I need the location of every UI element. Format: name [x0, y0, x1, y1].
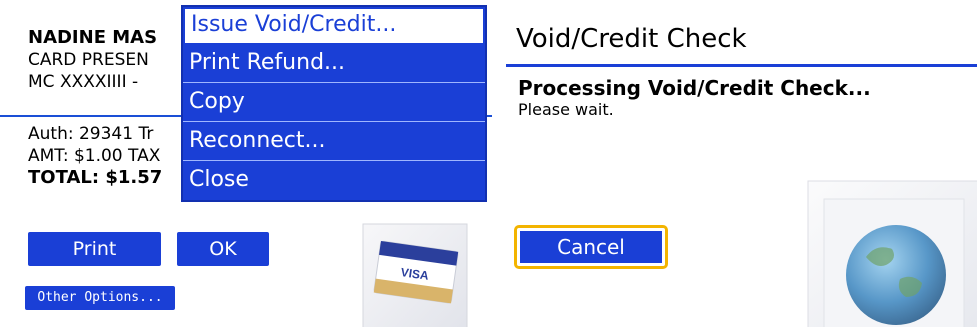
print-button[interactable]: Print [28, 232, 161, 266]
context-menu: Issue Void/Credit... Print Refund... Cop… [181, 5, 487, 202]
dialog-title: Void/Credit Check [516, 24, 747, 54]
menu-item-print-refund[interactable]: Print Refund... [183, 45, 485, 83]
cancel-button-label: Cancel [520, 231, 662, 263]
right-screen: Void/Credit Check Processing Void/Credit… [506, 0, 977, 327]
menu-item-issue-void-credit[interactable]: Issue Void/Credit... [183, 7, 485, 45]
menu-item-close[interactable]: Close [183, 162, 485, 200]
menu-item-reconnect[interactable]: Reconnect... [183, 123, 485, 161]
other-options-button[interactable]: Other Options... [25, 286, 175, 310]
receipt-card-present: CARD PRESEN [28, 50, 149, 70]
left-screen: NADINE MAS CARD PRESEN MC XXXXIIII - Aut… [0, 0, 492, 327]
ok-button[interactable]: OK [177, 232, 269, 266]
title-divider [506, 64, 977, 67]
receipt-amount: AMT: $1.00 TAX [28, 146, 161, 166]
cancel-button[interactable]: Cancel [514, 225, 668, 269]
receipt-masked-card: MC XXXXIIII - [28, 72, 139, 92]
receipt-total: TOTAL: $1.57 [28, 167, 163, 188]
receipt-name: NADINE MAS [28, 27, 158, 48]
globe-watermark-icon [807, 180, 977, 327]
menu-item-copy[interactable]: Copy [183, 84, 485, 122]
processing-message: Processing Void/Credit Check... [518, 76, 871, 100]
please-wait-message: Please wait. [518, 100, 614, 119]
receipt-auth: Auth: 29341 Tr [28, 124, 154, 144]
screen-gap [492, 0, 506, 327]
credit-card-icon: VISA [362, 223, 468, 327]
